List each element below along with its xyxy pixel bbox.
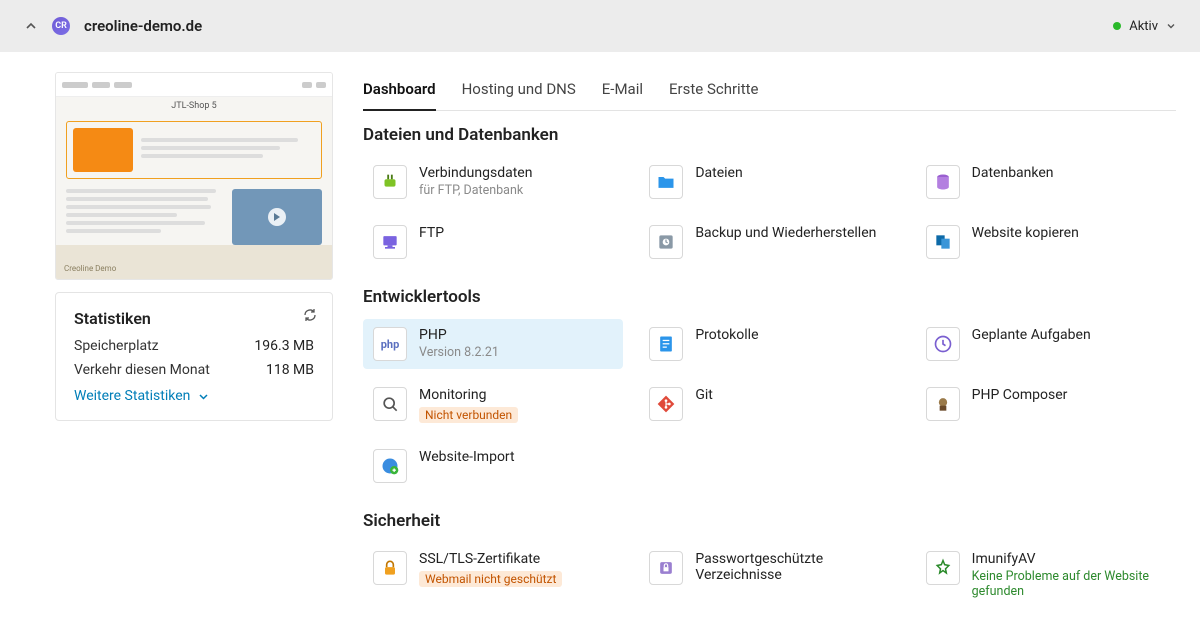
stat-value: 118 MB xyxy=(266,362,314,378)
card-imunify[interactable]: ImunifyAV Keine Probleme auf der Website … xyxy=(916,543,1176,607)
card-conn[interactable]: Verbindungsdaten für FTP, Datenbank xyxy=(363,157,623,207)
card-php[interactable]: php PHP Version 8.2.21 xyxy=(363,319,623,369)
card-subtitle: für FTP, Datenbank xyxy=(419,183,532,198)
backup-icon xyxy=(649,225,683,259)
plug-icon xyxy=(373,165,407,199)
card-title: Verbindungsdaten xyxy=(419,165,532,181)
database-icon xyxy=(926,165,960,199)
card-ftp[interactable]: FTP xyxy=(363,217,623,267)
card-title: Dateien xyxy=(695,165,742,181)
more-stats-link[interactable]: Weitere Statistiken xyxy=(74,388,314,404)
log-icon xyxy=(649,327,683,361)
copy-icon xyxy=(926,225,960,259)
card-ssl[interactable]: SSL/TLS-Zertifikate Webmail nicht geschüt… xyxy=(363,543,623,607)
stat-row: Speicherplatz 196.3 MB xyxy=(74,338,314,354)
site-favicon: CR xyxy=(52,17,70,35)
clock-icon xyxy=(926,327,960,361)
section-title: Dateien und Datenbanken xyxy=(363,125,1176,145)
status-badge: Nicht verbunden xyxy=(419,407,518,423)
chevron-down-icon xyxy=(198,391,209,402)
card-title: Website-Import xyxy=(419,449,515,465)
top-bar: CR creoline-demo.de Aktiv xyxy=(0,0,1200,52)
stat-value: 196.3 MB xyxy=(254,338,314,354)
card-status-ok: Keine Probleme auf der Website gefunden xyxy=(972,569,1166,599)
stat-row: Verkehr diesen Monat 118 MB xyxy=(74,362,314,378)
tab-bar: Dashboard Hosting und DNS E-Mail Erste Schr… xyxy=(363,72,1176,111)
card-backup[interactable]: Backup und Wiederherstellen xyxy=(639,217,899,267)
import-icon xyxy=(373,449,407,483)
section-grid: Verbindungsdaten für FTP, Datenbank Dateie… xyxy=(363,157,1176,267)
card-pwdir[interactable]: Passwortgeschützte Verzeichnisse xyxy=(639,543,899,607)
domain-name: creoline-demo.de xyxy=(84,17,202,35)
card-title: Website kopieren xyxy=(972,225,1079,241)
php-icon: php xyxy=(373,327,407,361)
tab-e-mail[interactable]: E-Mail xyxy=(602,72,643,110)
card-title: Monitoring xyxy=(419,387,518,403)
stats-card: Statistiken Speicherplatz 196.3 MB Verke… xyxy=(55,292,333,421)
card-cron[interactable]: Geplante Aufgaben xyxy=(916,319,1176,369)
section-grid: php PHP Version 8.2.21 Protokolle Geplante A… xyxy=(363,319,1176,491)
refresh-icon[interactable] xyxy=(302,307,318,327)
card-title: Protokolle xyxy=(695,327,758,343)
section-title: Sicherheit xyxy=(363,511,1176,531)
card-title: ImunifyAV xyxy=(972,551,1166,567)
card-title: Git xyxy=(695,387,713,403)
stat-label: Verkehr diesen Monat xyxy=(74,362,210,378)
card-title: PHP xyxy=(419,327,499,343)
card-title: Datenbanken xyxy=(972,165,1054,181)
card-composer[interactable]: PHP Composer xyxy=(916,379,1176,431)
card-title: Passwortgeschützte Verzeichnisse xyxy=(695,551,889,583)
tab-hosting-und-dns[interactable]: Hosting und DNS xyxy=(462,72,576,110)
tab-dashboard[interactable]: Dashboard xyxy=(363,72,436,110)
card-monitoring[interactable]: Monitoring Nicht verbunden xyxy=(363,379,623,431)
folder-icon xyxy=(649,165,683,199)
more-stats-label: Weitere Statistiken xyxy=(74,388,190,404)
status-badge: Webmail nicht geschützt xyxy=(419,571,562,587)
card-files[interactable]: Dateien xyxy=(639,157,899,207)
status-dropdown[interactable]: Aktiv xyxy=(1113,19,1176,34)
composer-icon xyxy=(926,387,960,421)
section-grid: SSL/TLS-Zertifikate Webmail nicht geschüt… xyxy=(363,543,1176,607)
card-subtitle: Version 8.2.21 xyxy=(419,345,499,360)
card-import[interactable]: Website-Import xyxy=(363,441,623,491)
main-panel: Dashboard Hosting und DNS E-Mail Erste Schr… xyxy=(363,52,1176,627)
card-title: FTP xyxy=(419,225,444,241)
card-db[interactable]: Datenbanken xyxy=(916,157,1176,207)
tab-erste-schritte[interactable]: Erste Schritte xyxy=(669,72,758,110)
lock-icon xyxy=(373,551,407,585)
imunify-icon xyxy=(926,551,960,585)
collapse-chevron-icon[interactable] xyxy=(24,19,38,33)
site-screenshot[interactable]: JTL-Shop 5 xyxy=(55,72,333,280)
monitor-icon xyxy=(373,387,407,421)
ftp-icon xyxy=(373,225,407,259)
card-title: PHP Composer xyxy=(972,387,1068,403)
section-title: Entwicklertools xyxy=(363,287,1176,307)
sidebar: JTL-Shop 5 xyxy=(55,52,333,627)
card-copy[interactable]: Website kopieren xyxy=(916,217,1176,267)
card-title: SSL/TLS-Zertifikate xyxy=(419,551,562,567)
status-label: Aktiv xyxy=(1129,19,1158,34)
card-title: Backup und Wiederherstellen xyxy=(695,225,876,241)
card-logs[interactable]: Protokolle xyxy=(639,319,899,369)
stat-label: Speicherplatz xyxy=(74,338,159,354)
shield-icon xyxy=(649,551,683,585)
card-title: Geplante Aufgaben xyxy=(972,327,1091,343)
stats-title: Statistiken xyxy=(74,309,314,328)
chevron-down-icon xyxy=(1166,21,1176,31)
git-icon xyxy=(649,387,683,421)
card-git[interactable]: Git xyxy=(639,379,899,431)
screenshot-caption: Creoline Demo xyxy=(64,264,116,273)
status-dot-icon xyxy=(1113,22,1121,30)
